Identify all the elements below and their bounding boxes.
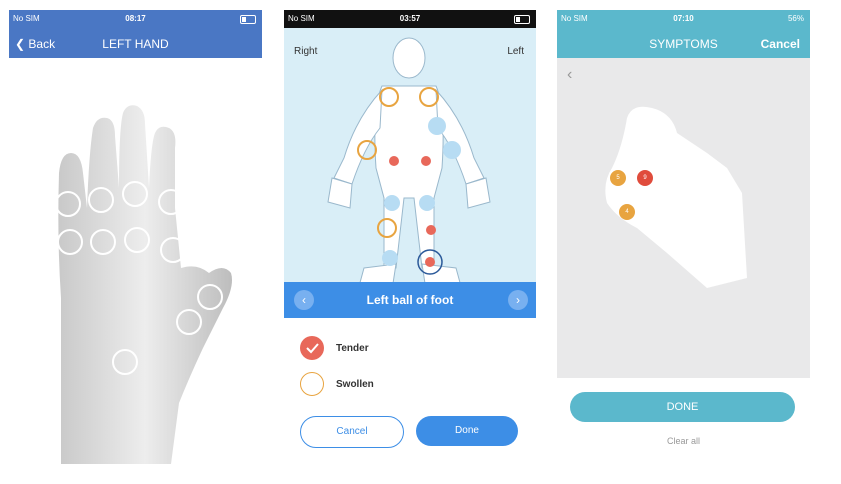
clock: 07:10 — [673, 14, 694, 23]
status-bar: No SIM 07:10 56% — [557, 10, 810, 28]
right-side-label: Right — [294, 46, 318, 57]
left-hand-screen: No SIM 08:17 ❮ Back LEFT HAND — [9, 10, 262, 472]
joint-marker[interactable] — [384, 195, 400, 211]
body-map — [284, 28, 536, 298]
clear-all-link[interactable]: Clear all — [557, 436, 810, 446]
symptom-marker[interactable]: 9 — [637, 170, 653, 186]
clock: 08:17 — [125, 14, 146, 23]
left-side-label: Left — [507, 46, 524, 57]
hand-sketch — [605, 106, 747, 288]
swollen-label: Swollen — [336, 379, 374, 390]
selected-joint-title: Left ball of foot — [366, 293, 454, 307]
hand-illustration — [55, 105, 233, 465]
swollen-circle-icon — [300, 372, 324, 396]
hand-sketch-shape — [605, 106, 747, 288]
cancel-button[interactable]: Cancel — [761, 37, 800, 51]
tender-marker[interactable] — [425, 257, 435, 267]
status-bar: No SIM 03:57 — [284, 10, 536, 28]
joint-marker[interactable] — [443, 141, 461, 159]
check-icon — [300, 336, 324, 360]
body-illustration — [327, 37, 491, 291]
battery-icon — [240, 15, 256, 24]
joint-selector-bar: ‹ Left ball of foot › — [284, 282, 536, 318]
clock: 03:57 — [399, 14, 421, 23]
back-button[interactable]: ‹ — [567, 66, 572, 84]
tender-marker[interactable] — [426, 225, 436, 235]
symptom-marker[interactable]: 4 — [619, 204, 635, 220]
symptom-canvas: 5 9 4 — [557, 58, 810, 378]
tender-marker[interactable] — [421, 156, 431, 166]
battery-percent: 56% — [787, 14, 804, 23]
right-hand-shape — [327, 177, 353, 209]
next-joint-button[interactable]: › — [508, 290, 528, 310]
body-map-screen: No SIM 03:57 Right Left ‹ Left ball of f… — [284, 10, 536, 472]
torso-shape — [374, 85, 444, 269]
tender-label: Tender — [336, 343, 369, 354]
joint-marker[interactable] — [382, 250, 398, 266]
battery-icon — [514, 15, 530, 24]
tender-marker[interactable] — [389, 156, 399, 166]
symptoms-screen: No SIM 07:10 56% SYMPTOMS Cancel 5 9 4 ‹… — [557, 10, 810, 472]
status-bar: No SIM 08:17 — [9, 10, 262, 28]
joint-marker[interactable] — [419, 195, 435, 211]
symptom-marker[interactable]: 5 — [610, 170, 626, 186]
done-button[interactable]: DONE — [570, 392, 795, 422]
head-shape — [392, 37, 426, 79]
cancel-button[interactable]: Cancel — [300, 416, 404, 448]
done-button[interactable]: Done — [416, 416, 518, 446]
joint-marker[interactable] — [428, 117, 446, 135]
nav-bar: ❮ Back LEFT HAND — [9, 28, 262, 58]
page-title: LEFT HAND — [102, 37, 169, 51]
nav-bar: SYMPTOMS Cancel — [557, 28, 810, 58]
left-hand-shape — [465, 177, 491, 209]
